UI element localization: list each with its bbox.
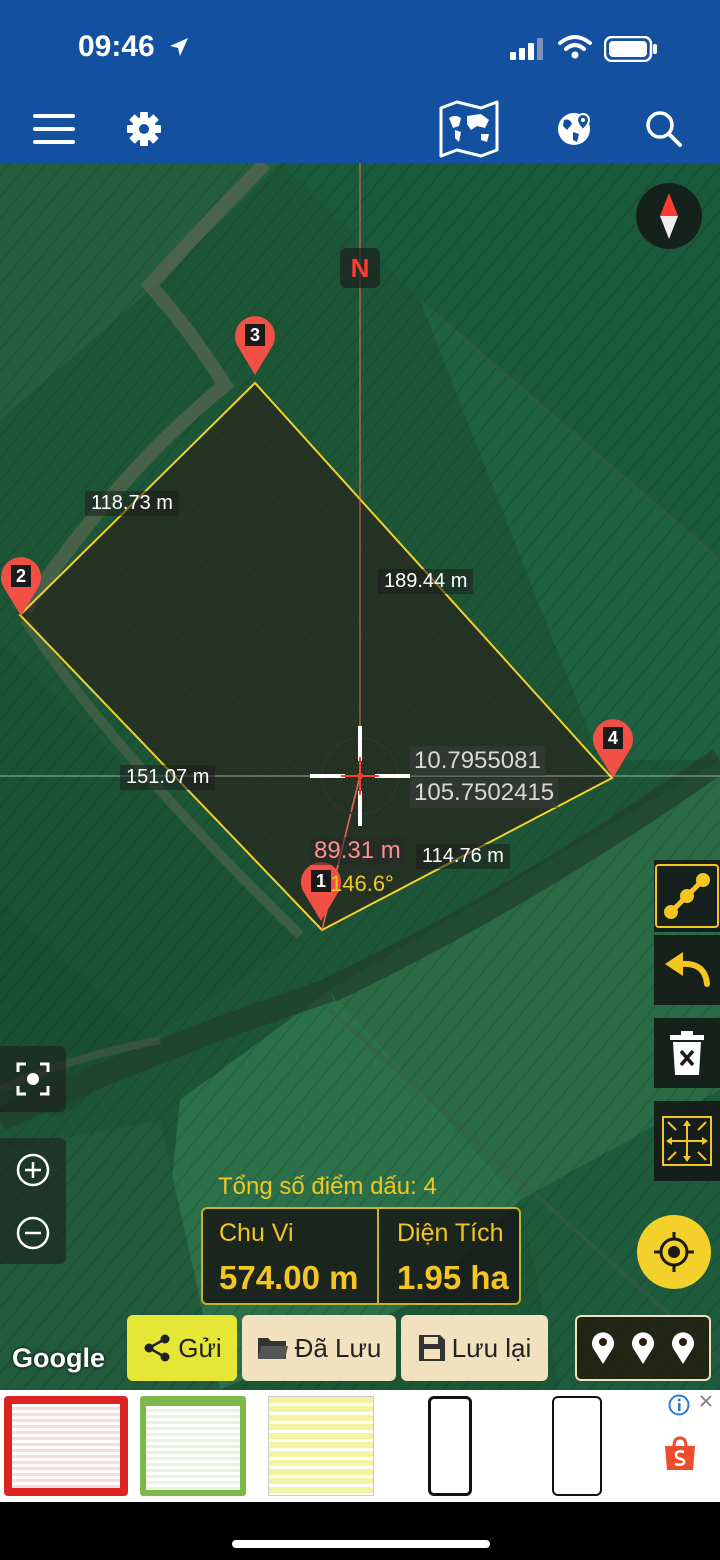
saved-label: Đã Lưu [294, 1332, 382, 1363]
crosshair-icon [310, 726, 410, 826]
save-label: Lưu lại [451, 1332, 532, 1363]
battery-icon [603, 35, 658, 67]
location-arrow-icon [168, 36, 190, 63]
marker-pin-3[interactable]: 3 [233, 315, 277, 375]
marker-number: 4 [603, 727, 623, 749]
zoom-in-button[interactable] [0, 1138, 66, 1201]
marker-number: 2 [11, 565, 31, 587]
signal-icon [510, 38, 546, 65]
google-attribution: Google [12, 1343, 105, 1373]
edge-length-label: 118.73 m [85, 491, 179, 516]
search-button[interactable] [642, 95, 686, 163]
marker-pin-2[interactable]: 2 [0, 556, 43, 616]
menu-button[interactable] [28, 95, 80, 163]
compass-button[interactable] [636, 183, 702, 249]
folder-icon [257, 1338, 288, 1359]
globe-location-icon [558, 112, 591, 145]
gear-icon [127, 112, 161, 146]
area-value: 1.95 ha [397, 1259, 509, 1296]
area-panel: Diện Tích 1.95 ha [379, 1209, 519, 1303]
status-time: 09:46 [78, 30, 155, 63]
zoom-out-button[interactable] [0, 1201, 66, 1264]
compass-needle-icon [660, 193, 678, 239]
hamburger-menu-icon [33, 114, 75, 144]
path-nodes-icon [664, 873, 710, 919]
marker-number: 3 [245, 324, 265, 346]
phone-outline-icon [552, 1396, 602, 1496]
world-map-icon [439, 100, 499, 158]
ad-info-icon[interactable] [668, 1394, 692, 1418]
shopping-bag-icon [662, 1436, 698, 1472]
three-markers-icon [592, 1332, 694, 1364]
phone-outline-icon [428, 1396, 472, 1496]
home-indicator-area [0, 1502, 720, 1560]
perimeter-value: 574.00 m [219, 1259, 359, 1296]
perimeter-panel: Chu Vi 574.00 m [203, 1209, 379, 1303]
ad-image-1[interactable] [4, 1396, 128, 1496]
current-segment-angle: 146.6° [330, 871, 394, 896]
current-segment-length: 89.31 m [310, 837, 405, 865]
fit-bounds-button[interactable] [654, 1101, 720, 1181]
delete-button[interactable] [654, 1018, 720, 1088]
map-view[interactable]: N 3 2 4 1 118.73 m 189.44 m 151.07 m 114… [0, 163, 720, 1390]
expand-arrows-icon [662, 1116, 712, 1166]
perimeter-label: Chu Vi [219, 1219, 294, 1247]
edge-length-label: 114.76 m [416, 844, 510, 869]
save-button[interactable]: Lưu lại [401, 1315, 548, 1381]
edge-length-label: 151.07 m [120, 765, 216, 790]
status-bar: 09:46 [0, 0, 720, 95]
plus-circle-icon [16, 1153, 50, 1186]
send-label: Gửi [178, 1332, 222, 1363]
zoom-controls [0, 1138, 66, 1264]
floppy-disk-icon [418, 1335, 445, 1361]
trash-icon [670, 1031, 704, 1075]
undo-button[interactable] [654, 935, 720, 1005]
marker-pin-4[interactable]: 4 [591, 718, 635, 778]
search-icon [646, 111, 682, 147]
point-count-label: Tổng số điểm dấu: 4 [218, 1173, 437, 1200]
focus-button[interactable] [0, 1046, 66, 1112]
minus-circle-icon [16, 1216, 50, 1249]
send-button[interactable]: Gửi [127, 1315, 237, 1381]
crosshair-longitude: 105.7502415 [410, 778, 559, 808]
undo-icon [665, 952, 710, 987]
ad-image-3[interactable] [268, 1396, 374, 1496]
measure-mode-button[interactable] [654, 860, 720, 932]
globe-button[interactable] [552, 95, 596, 163]
north-indicator: N [340, 248, 380, 288]
map-type-button[interactable] [434, 95, 504, 163]
ad-banner[interactable] [0, 1390, 720, 1502]
crosshair-latitude: 10.7955081 [410, 746, 545, 776]
measurement-summary: Chu Vi 574.00 m Diện Tích 1.95 ha [201, 1207, 521, 1305]
area-label: Diện Tích [397, 1219, 504, 1247]
marker-number: 1 [311, 870, 331, 892]
saved-button[interactable]: Đã Lưu [242, 1315, 396, 1381]
focus-frame-icon [16, 1062, 50, 1096]
share-icon [144, 1334, 170, 1362]
ad-close-icon[interactable] [699, 1394, 715, 1414]
ad-image-2[interactable] [140, 1396, 246, 1496]
settings-button[interactable] [122, 95, 166, 163]
markers-button[interactable] [575, 1315, 711, 1381]
edge-length-label: 189.44 m [378, 569, 474, 594]
my-location-button[interactable] [637, 1215, 711, 1289]
home-indicator[interactable] [232, 1540, 490, 1548]
app-toolbar [0, 95, 720, 163]
gps-target-icon [654, 1232, 694, 1272]
wifi-icon [558, 34, 592, 65]
